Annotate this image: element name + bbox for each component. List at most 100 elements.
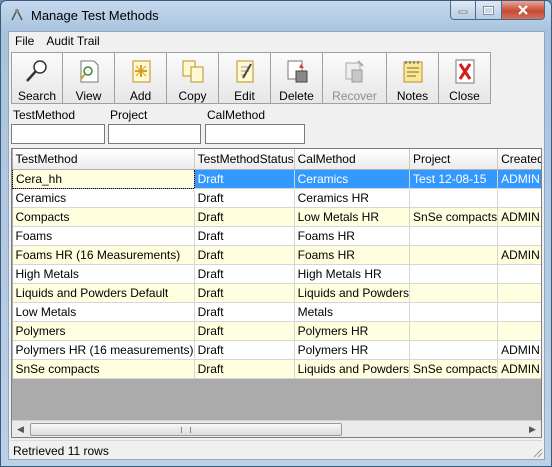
- manage-test-methods-window: Manage Test Methods File Audit Trail Sea…: [0, 0, 552, 467]
- table-cell[interactable]: Draft: [194, 207, 295, 227]
- table-cell[interactable]: Liquids and Powders: [294, 359, 411, 379]
- test-method-filter-input[interactable]: [11, 124, 105, 144]
- table-cell[interactable]: [497, 302, 541, 322]
- table-cell[interactable]: High Metals HR: [294, 264, 411, 284]
- cal-method-filter-input[interactable]: [205, 124, 305, 144]
- table-row[interactable]: Foams Draft Foams HR: [12, 226, 541, 246]
- table-cell[interactable]: [409, 302, 499, 322]
- table-cell[interactable]: High Metals: [12, 264, 195, 284]
- table-cell[interactable]: ADMIN: [497, 207, 541, 227]
- table-cell[interactable]: [497, 188, 541, 208]
- table-cell[interactable]: Draft: [194, 340, 295, 360]
- table-cell[interactable]: Polymers HR: [294, 321, 411, 341]
- table-cell[interactable]: Low Metals: [12, 302, 195, 322]
- table-cell[interactable]: Foams HR (16 Measurements): [12, 245, 195, 265]
- table-cell[interactable]: ADMIN: [497, 359, 541, 379]
- column-header[interactable]: Project: [409, 149, 499, 170]
- test-methods-grid[interactable]: TestMethod TestMethodStatus CalMethod Proje…: [11, 148, 542, 438]
- table-cell[interactable]: [497, 226, 541, 246]
- title-bar[interactable]: Manage Test Methods: [1, 1, 551, 31]
- notes-button[interactable]: Notes: [387, 52, 439, 104]
- grid-table: TestMethod TestMethodStatus CalMethod Proje…: [12, 149, 541, 379]
- table-cell[interactable]: [497, 321, 541, 341]
- table-cell[interactable]: [409, 321, 499, 341]
- table-row[interactable]: Compacts Draft Low Metals HR SnSe compacts A…: [12, 207, 541, 227]
- column-header[interactable]: CreatedBy: [497, 149, 541, 170]
- table-cell[interactable]: [409, 264, 499, 284]
- delete-button[interactable]: Delete: [271, 52, 323, 104]
- table-cell[interactable]: Test 12-08-15: [409, 169, 499, 189]
- delete-button-label: Delete: [279, 89, 314, 103]
- column-header[interactable]: TestMethodStatus: [194, 149, 295, 170]
- recover-button[interactable]: Recover: [323, 52, 387, 104]
- search-button[interactable]: Search: [11, 52, 63, 104]
- view-button[interactable]: View: [63, 52, 115, 104]
- table-cell[interactable]: [409, 188, 499, 208]
- table-cell[interactable]: Liquids and Powders: [294, 283, 411, 303]
- table-cell[interactable]: ADMIN: [497, 169, 541, 189]
- column-header[interactable]: TestMethod: [12, 149, 195, 170]
- table-cell[interactable]: Draft: [194, 359, 295, 379]
- table-cell[interactable]: Draft: [194, 188, 295, 208]
- table-cell[interactable]: [497, 264, 541, 284]
- table-cell[interactable]: Draft: [194, 226, 295, 246]
- table-cell[interactable]: Ceramics HR: [294, 188, 411, 208]
- table-cell[interactable]: Polymers HR: [294, 340, 411, 360]
- menu-audit-trail[interactable]: Audit Trail: [40, 32, 105, 50]
- table-row[interactable]: SnSe compacts Draft Liquids and Powders SnS…: [12, 359, 541, 379]
- table-row[interactable]: Polymers Draft Polymers HR: [12, 321, 541, 341]
- table-cell[interactable]: Cera_hh: [12, 168, 195, 189]
- close-x-icon: [518, 5, 528, 15]
- table-cell[interactable]: Foams HR: [294, 245, 411, 265]
- table-cell[interactable]: Draft: [194, 264, 295, 284]
- table-row[interactable]: Foams HR (16 Measurements) Draft Foams HR A…: [12, 245, 541, 265]
- close-button[interactable]: Close: [439, 52, 491, 104]
- window-close-button[interactable]: [502, 1, 545, 20]
- maximize-button[interactable]: [476, 1, 502, 20]
- project-filter-input[interactable]: [108, 124, 201, 144]
- column-header[interactable]: CalMethod: [294, 149, 411, 170]
- table-cell[interactable]: Foams HR: [294, 226, 411, 246]
- table-cell[interactable]: Polymers: [12, 321, 195, 341]
- table-row[interactable]: High Metals Draft High Metals HR: [12, 264, 541, 284]
- table-cell[interactable]: [409, 245, 499, 265]
- table-cell[interactable]: [409, 226, 499, 246]
- resize-grip-icon[interactable]: [531, 446, 543, 458]
- table-cell[interactable]: Draft: [194, 302, 295, 322]
- table-cell[interactable]: ADMIN: [497, 340, 541, 360]
- scroll-left-icon[interactable]: ◀: [12, 421, 29, 437]
- table-cell[interactable]: Draft: [194, 283, 295, 303]
- table-cell[interactable]: Foams: [12, 226, 195, 246]
- table-row[interactable]: Low Metals Draft Metals: [12, 302, 541, 322]
- notes-icon: [403, 60, 422, 82]
- table-cell[interactable]: [497, 283, 541, 303]
- table-cell[interactable]: ADMIN: [497, 245, 541, 265]
- add-button[interactable]: Add: [115, 52, 167, 104]
- minimize-button[interactable]: [450, 1, 476, 20]
- table-cell[interactable]: Ceramics: [12, 188, 195, 208]
- horizontal-scrollbar[interactable]: ◀ ▶: [12, 420, 541, 437]
- copy-button[interactable]: Copy: [167, 52, 219, 104]
- menu-file[interactable]: File: [9, 32, 40, 50]
- table-cell[interactable]: Metals: [294, 302, 411, 322]
- table-cell[interactable]: SnSe compacts: [409, 207, 499, 227]
- table-cell[interactable]: SnSe compacts: [12, 359, 195, 379]
- table-cell[interactable]: Liquids and Powders Default: [12, 283, 195, 303]
- table-row[interactable]: Ceramics Draft Ceramics HR: [12, 188, 541, 208]
- table-cell[interactable]: Ceramics: [294, 169, 411, 189]
- table-row[interactable]: Cera_hhDraftCeramicsTest 12-08-15ADMIN12: [12, 168, 541, 189]
- table-cell[interactable]: Polymers HR (16 measurements): [12, 340, 195, 360]
- table-cell[interactable]: Draft: [194, 169, 295, 189]
- table-cell[interactable]: Compacts: [12, 207, 195, 227]
- table-cell[interactable]: SnSe compacts: [409, 359, 499, 379]
- scroll-right-icon[interactable]: ▶: [524, 421, 541, 437]
- table-cell[interactable]: Draft: [194, 245, 295, 265]
- table-row[interactable]: Polymers HR (16 measurements) Draft Polyme…: [12, 340, 541, 360]
- edit-button[interactable]: Edit: [219, 52, 271, 104]
- scroll-thumb[interactable]: [30, 423, 342, 436]
- table-row[interactable]: Liquids and Powders Default Draft Liquids …: [12, 283, 541, 303]
- table-cell[interactable]: Low Metals HR: [294, 207, 411, 227]
- table-cell[interactable]: [409, 340, 499, 360]
- table-cell[interactable]: Draft: [194, 321, 295, 341]
- table-cell[interactable]: [409, 283, 499, 303]
